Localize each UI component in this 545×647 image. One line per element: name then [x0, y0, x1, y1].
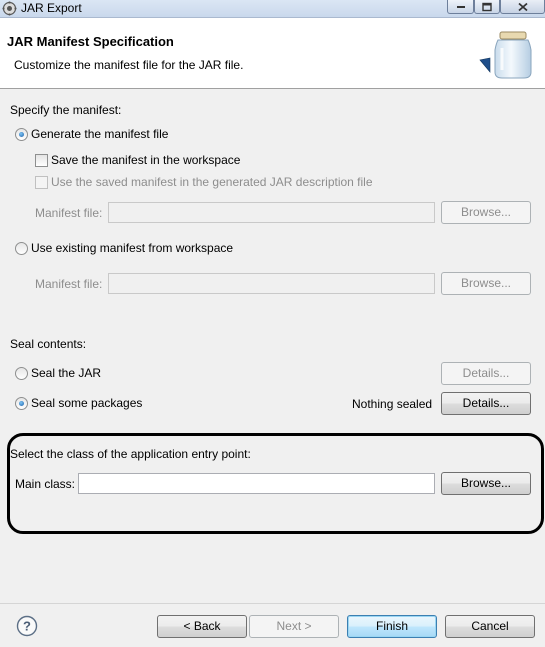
wizard-header: JAR Manifest Specification Customize the… — [0, 18, 545, 89]
main-class-field[interactable] — [78, 473, 435, 494]
window-title: JAR Export — [21, 1, 82, 15]
manifest-file-field[interactable] — [108, 202, 435, 223]
seal-some-packages-label[interactable]: Seal some packages — [31, 396, 142, 410]
entry-point-label: Select the class of the application entr… — [10, 447, 251, 461]
seal-status-text: Nothing sealed — [352, 397, 433, 411]
seal-packages-details-button[interactable]: Details... — [441, 392, 531, 415]
main-class-input[interactable] — [79, 474, 434, 493]
generate-manifest-label[interactable]: Generate the manifest file — [31, 127, 168, 141]
seal-jar-label[interactable]: Seal the JAR — [31, 366, 101, 380]
finish-button[interactable]: Finish — [347, 615, 437, 638]
use-saved-manifest-checkbox[interactable] — [35, 176, 48, 189]
close-button[interactable] — [500, 0, 545, 14]
back-button[interactable]: < Back — [157, 615, 247, 638]
seal-jar-radio[interactable] — [15, 367, 28, 380]
existing-manifest-file-field[interactable] — [108, 273, 435, 294]
save-manifest-label[interactable]: Save the manifest in the workspace — [51, 153, 240, 167]
question-mark-icon[interactable]: ? — [16, 615, 38, 637]
main-class-browse-button[interactable]: Browse... — [441, 472, 531, 495]
existing-manifest-browse-button[interactable]: Browse... — [441, 272, 531, 295]
maximize-icon — [482, 2, 492, 11]
generate-manifest-radio[interactable] — [15, 128, 28, 141]
next-button[interactable]: Next > — [249, 615, 339, 638]
page-description: Customize the manifest file for the JAR … — [14, 58, 244, 72]
eclipse-app-icon — [2, 1, 17, 16]
window-title-bar: JAR Export — [0, 0, 545, 18]
cancel-button[interactable]: Cancel — [445, 615, 535, 638]
page-title: JAR Manifest Specification — [7, 34, 174, 49]
manifest-file-input[interactable] — [109, 203, 434, 222]
seal-jar-details-button[interactable]: Details... — [441, 362, 531, 385]
manifest-file-label: Manifest file: — [35, 206, 103, 220]
minimize-button[interactable] — [447, 0, 474, 14]
save-manifest-checkbox[interactable] — [35, 154, 48, 167]
seal-contents-label: Seal contents: — [10, 337, 87, 351]
svg-text:?: ? — [23, 619, 31, 634]
manifest-file-browse-button[interactable]: Browse... — [441, 201, 531, 224]
existing-manifest-file-label: Manifest file: — [35, 277, 103, 291]
maximize-button[interactable] — [474, 0, 500, 14]
footer-separator — [0, 603, 545, 604]
specify-manifest-label: Specify the manifest: — [10, 103, 122, 117]
use-existing-manifest-radio[interactable] — [15, 242, 28, 255]
minimize-icon — [456, 5, 465, 8]
close-icon — [517, 2, 528, 11]
use-existing-manifest-label[interactable]: Use existing manifest from workspace — [31, 241, 233, 255]
use-saved-manifest-label: Use the saved manifest in the generated … — [51, 175, 373, 189]
jar-icon — [479, 31, 532, 79]
main-class-label: Main class: — [15, 477, 76, 491]
seal-some-packages-radio[interactable] — [15, 397, 28, 410]
existing-manifest-file-input[interactable] — [109, 274, 434, 293]
